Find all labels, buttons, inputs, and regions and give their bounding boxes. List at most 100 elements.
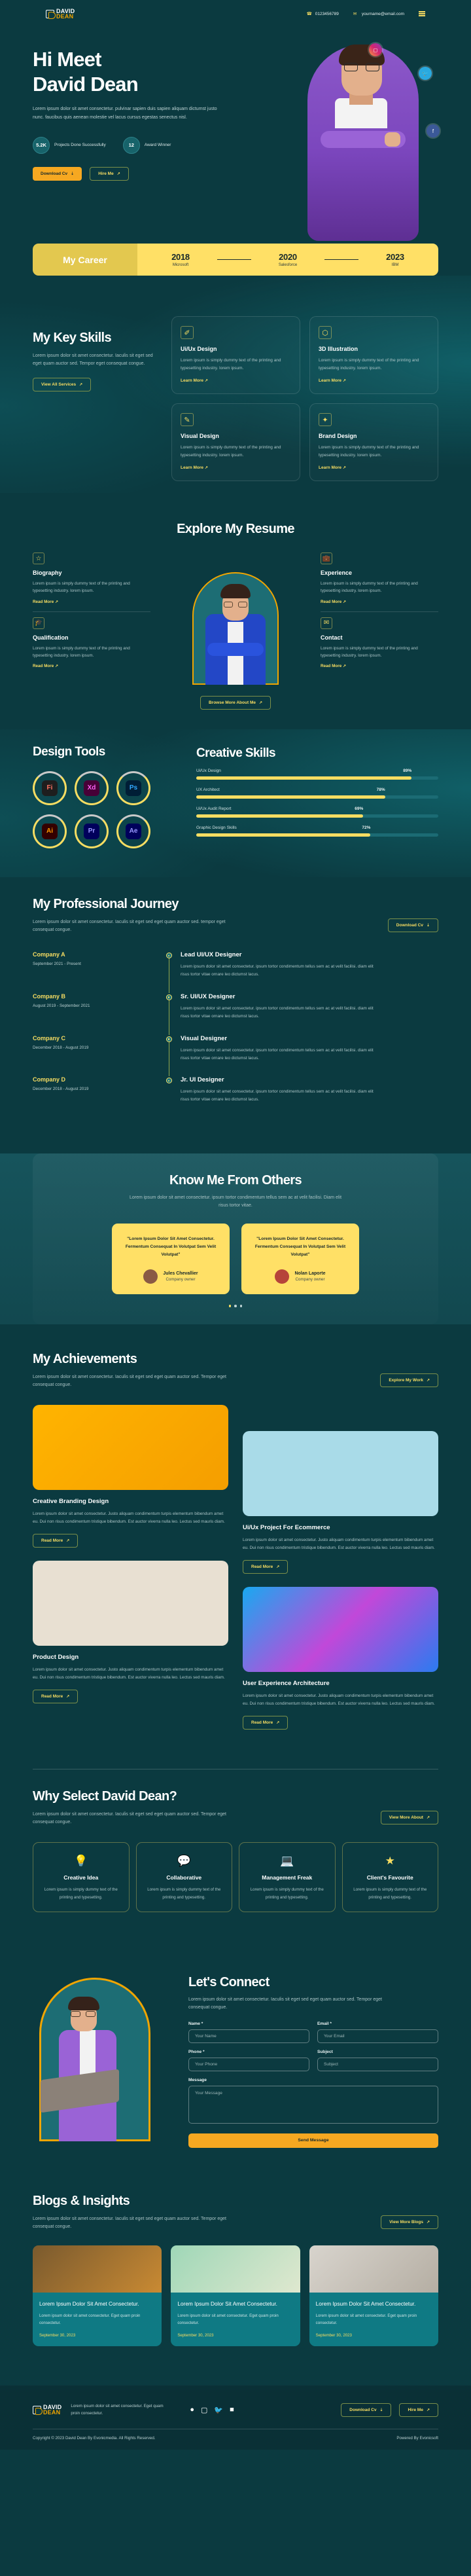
view-more-blogs-button[interactable]: View More Blogs ↗ bbox=[381, 2215, 438, 2229]
figma-icon[interactable]: Fi bbox=[33, 771, 67, 805]
view-more-blogs-label: View More Blogs bbox=[389, 2219, 423, 2224]
skill-card-brand[interactable]: ✦ Brand Design Lorem ipsum is simply dum… bbox=[309, 403, 438, 482]
achievements-column-left: Creative Branding Design Lorem ipsum dol… bbox=[33, 1405, 228, 1742]
skill-bar-value: 78% bbox=[376, 787, 385, 792]
header-email[interactable]: ✉ yourname@email.com bbox=[353, 11, 404, 17]
browse-more-about-me-button[interactable]: Browse More About Me ↗ bbox=[200, 696, 271, 710]
achievement-read-more-button[interactable]: Read More ↗ bbox=[243, 1715, 288, 1730]
career-item-2020: 2020 Salesforce bbox=[256, 252, 319, 267]
name-input[interactable] bbox=[188, 2029, 309, 2043]
header-phone[interactable]: ☎ 0123456789 bbox=[307, 11, 339, 17]
instagram-icon[interactable]: ◻ bbox=[369, 43, 382, 56]
achievement-image bbox=[243, 1431, 438, 1517]
blog-thumbnail bbox=[309, 2245, 438, 2293]
achievements-description: Lorem ipsum dolor sit amet consectetur. … bbox=[33, 1374, 226, 1387]
adobe-xd-icon[interactable]: Xd bbox=[75, 771, 109, 805]
arrow-up-right-icon: ↗ bbox=[66, 1538, 70, 1543]
contact-form: Name * Email * Phone * bbox=[188, 2022, 438, 2148]
after-effects-icon[interactable]: Ae bbox=[116, 814, 150, 848]
hero-hire-me-label: Hire Me bbox=[98, 171, 114, 176]
skill-card-text: Lorem ipsum is simply dummy text of the … bbox=[181, 445, 281, 458]
twitter-icon[interactable]: 🐦 bbox=[214, 2406, 223, 2414]
resume-read-more-link[interactable]: Read More ↗ bbox=[321, 664, 438, 668]
achievement-title: Product Design bbox=[33, 1653, 79, 1661]
pen-tool-icon: ✐ bbox=[181, 326, 194, 339]
why-card-creative-idea: 💡 Creative Idea Lorem ipsum is simply du… bbox=[33, 1842, 130, 1913]
skill-learn-more-link[interactable]: Learn More ↗ bbox=[319, 465, 429, 470]
journey-description: Lorem ipsum dolor sit amet consectetur. … bbox=[33, 919, 226, 933]
logo-mark-icon bbox=[46, 9, 56, 19]
connect-title: Let's Connect bbox=[188, 1975, 270, 1990]
footer-download-cv-button[interactable]: Download Cv ⇣ bbox=[341, 2403, 392, 2417]
laptop-gear-icon: 💻 bbox=[280, 1855, 294, 1868]
journey-download-cv-button[interactable]: Download Cv ⇣ bbox=[387, 918, 438, 932]
skill-learn-more-link[interactable]: Learn More ↗ bbox=[319, 378, 429, 383]
skill-card-visual[interactable]: ✎ Visual Design Lorem ipsum is simply du… bbox=[171, 403, 300, 482]
skill-learn-more-link[interactable]: Learn More ↗ bbox=[181, 378, 291, 383]
blog-text: Lorem ipsum dolor sit amet consectetur. … bbox=[315, 2313, 417, 2326]
resume-read-more-link[interactable]: Read More ↗ bbox=[321, 600, 438, 604]
hero-download-cv-button[interactable]: Download Cv ⇣ bbox=[33, 166, 82, 181]
skill-bar-value: 69% bbox=[355, 806, 364, 811]
photoshop-icon[interactable]: Ps bbox=[116, 771, 150, 805]
email-input[interactable] bbox=[317, 2029, 438, 2043]
arrow-up-right-icon: ↗ bbox=[426, 1378, 430, 1383]
view-all-services-button[interactable]: View All Services ↗ bbox=[33, 377, 92, 391]
arrow-up-right-icon: ↗ bbox=[426, 2220, 430, 2224]
blog-card[interactable]: Lorem Ipsum Dolor Sit Amet Consectetur. … bbox=[171, 2245, 300, 2346]
header-email-text: yourname@email.com bbox=[361, 11, 404, 16]
blog-title: Lorem Ipsum Dolor Sit Amet Consectetur. bbox=[177, 2300, 277, 2308]
skill-bar-value: 89% bbox=[403, 768, 412, 773]
why-card-title: Collaborative bbox=[166, 1874, 202, 1881]
career-company: Microsoft bbox=[172, 263, 189, 267]
footer-logo[interactable]: DAVID DEAN bbox=[33, 2404, 61, 2416]
resume-read-more-link[interactable]: Read More ↗ bbox=[33, 664, 150, 668]
message-field-label: Message bbox=[188, 2077, 207, 2082]
skill-card-3d[interactable]: ⬡ 3D Illustration Lorem ipsum is simply … bbox=[309, 316, 438, 395]
hero-hire-me-button[interactable]: Hire Me ↗ bbox=[90, 166, 129, 181]
career-year: 2018 bbox=[171, 252, 190, 262]
skill-learn-more-link[interactable]: Learn More ↗ bbox=[181, 465, 291, 470]
blog-card[interactable]: Lorem Ipsum Dolor Sit Amet Consectetur. … bbox=[33, 2245, 162, 2346]
blog-card[interactable]: Lorem Ipsum Dolor Sit Amet Consectetur. … bbox=[309, 2245, 438, 2346]
career-timeline-bar: My Career 2018 Microsoft 2020 Salesforce… bbox=[33, 244, 438, 276]
carousel-dot-3[interactable] bbox=[239, 1305, 243, 1307]
facebook-icon[interactable]: f bbox=[427, 124, 440, 137]
achievement-read-more-button[interactable]: Read More ↗ bbox=[33, 1533, 78, 1548]
facebook-icon[interactable]: ● bbox=[190, 2406, 194, 2414]
linkedin-icon[interactable]: ■ bbox=[230, 2406, 234, 2414]
3d-cube-icon: ⬡ bbox=[319, 326, 332, 339]
premiere-icon[interactable]: Pr bbox=[75, 814, 109, 848]
resume-read-more-link[interactable]: Read More ↗ bbox=[33, 600, 150, 604]
illustrator-icon[interactable]: Ai bbox=[33, 814, 67, 848]
skill-bar-graphic-design: Graphic Design Skills 72% bbox=[196, 825, 438, 837]
twitter-icon[interactable]: 🐦 bbox=[419, 67, 432, 80]
download-icon: ⇣ bbox=[426, 923, 430, 928]
explore-my-work-label: Explore My Work bbox=[389, 1377, 423, 1383]
email-field-label: Email * bbox=[317, 2021, 332, 2026]
site-logo[interactable]: DAVID DEAN bbox=[46, 8, 75, 20]
hamburger-menu-icon[interactable] bbox=[419, 11, 425, 16]
explore-my-work-button[interactable]: Explore My Work ↗ bbox=[380, 1373, 438, 1387]
resume-item-text: Lorem ipsum is simply dummy text of the … bbox=[321, 645, 418, 659]
footer-hire-me-button[interactable]: Hire Me ↗ bbox=[399, 2403, 438, 2417]
carousel-dots[interactable] bbox=[33, 1305, 438, 1307]
journey-dates: September 2021 - Present bbox=[33, 962, 81, 967]
instagram-icon[interactable]: ▢ bbox=[201, 2406, 207, 2414]
carousel-dot-1[interactable] bbox=[228, 1305, 232, 1307]
arrow-up-right-icon: ↗ bbox=[116, 172, 120, 176]
achievement-read-more-button[interactable]: Read More ↗ bbox=[33, 1689, 78, 1703]
message-textarea[interactable] bbox=[188, 2085, 438, 2124]
key-skills-title: My Key Skills bbox=[33, 331, 112, 345]
skill-card-uiux[interactable]: ✐ Ui/Ux Design Lorem ipsum is simply dum… bbox=[171, 316, 300, 395]
achievement-read-more-button[interactable]: Read More ↗ bbox=[243, 1559, 288, 1574]
download-icon: ⇣ bbox=[71, 172, 75, 176]
view-more-about-button[interactable]: View More About ↗ bbox=[380, 1810, 438, 1824]
blog-date: September 30, 2023 bbox=[39, 2332, 76, 2338]
carousel-dot-2[interactable] bbox=[234, 1305, 237, 1307]
envelope-icon: ✉ bbox=[321, 617, 332, 629]
send-message-button[interactable]: Send Message bbox=[188, 2133, 438, 2148]
achievements-title: My Achievements bbox=[33, 1351, 137, 1366]
subject-input[interactable] bbox=[317, 2057, 438, 2071]
phone-input[interactable] bbox=[188, 2057, 309, 2071]
